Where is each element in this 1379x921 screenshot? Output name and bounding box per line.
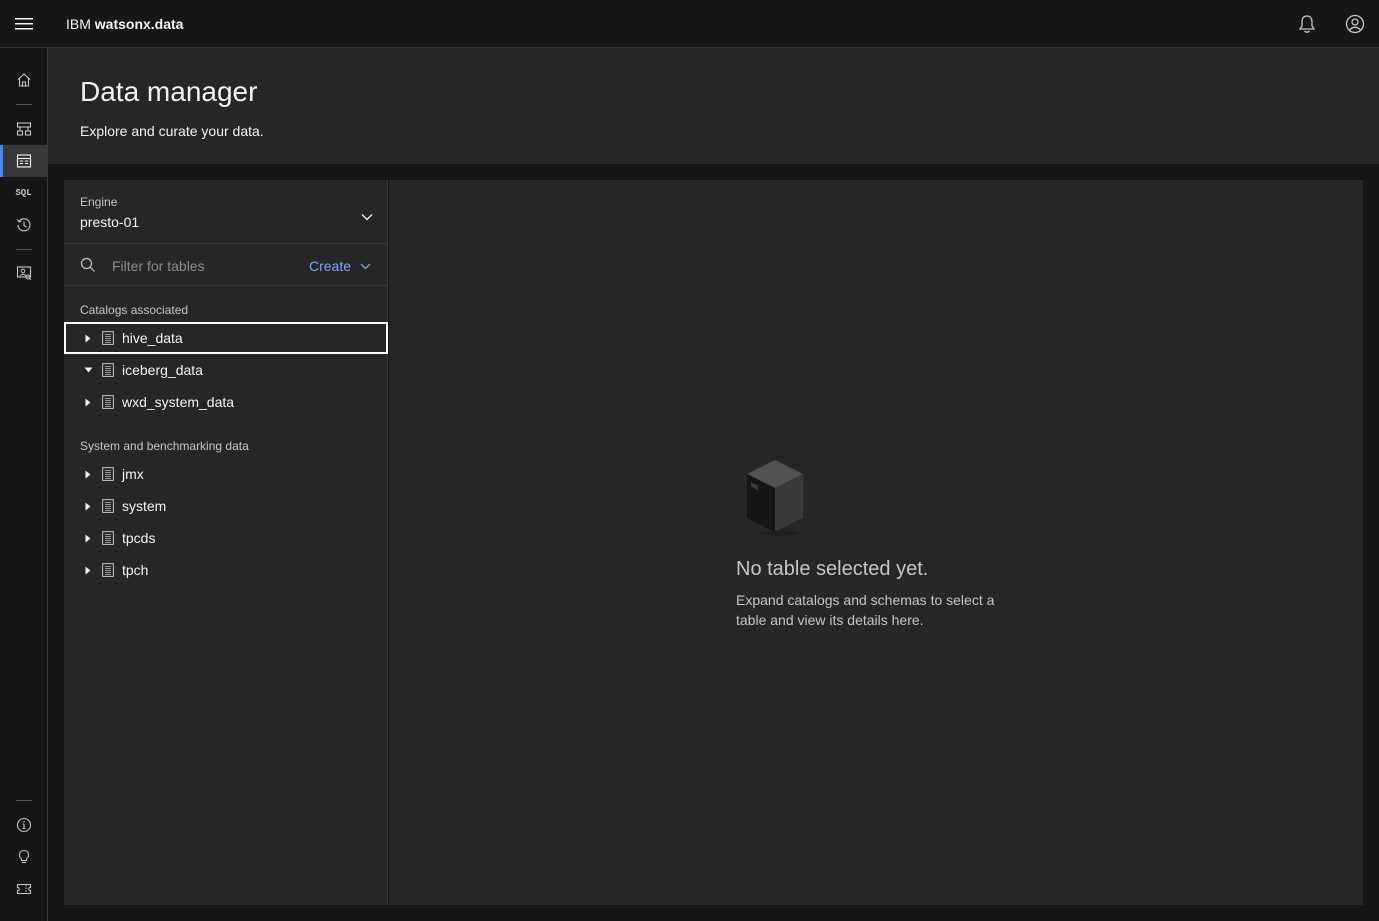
catalog-label: system bbox=[122, 498, 167, 514]
caret-right-icon[interactable] bbox=[83, 333, 93, 343]
rail-sql[interactable]: SQL bbox=[0, 177, 47, 209]
rail-divider bbox=[16, 800, 32, 801]
table-details-panel: No table selected yet. Expand catalogs a… bbox=[389, 180, 1363, 905]
catalog-icon bbox=[102, 467, 114, 481]
rail-support[interactable] bbox=[0, 873, 47, 905]
caret-down-icon[interactable] bbox=[83, 365, 93, 375]
brand-product: watsonx.data bbox=[94, 15, 184, 32]
bell-icon bbox=[1298, 15, 1316, 33]
user-profile-button[interactable] bbox=[1331, 0, 1379, 48]
rail-info[interactable] bbox=[0, 809, 47, 841]
catalog-icon bbox=[102, 331, 114, 345]
system-item-jmx[interactable]: jmx bbox=[64, 458, 388, 490]
product-name[interactable]: IBM watsonx.data bbox=[66, 16, 183, 32]
filter-tables-input[interactable] bbox=[104, 253, 294, 279]
catalog-icon bbox=[102, 499, 114, 513]
hamburger-menu-button[interactable] bbox=[0, 0, 48, 48]
catalog-icon bbox=[102, 395, 114, 409]
rail-access-control[interactable] bbox=[0, 257, 47, 289]
system-item-system[interactable]: system bbox=[64, 490, 388, 522]
lightbulb-icon bbox=[18, 849, 29, 864]
rail-divider bbox=[16, 104, 32, 105]
empty-box-icon bbox=[747, 460, 803, 536]
notifications-button[interactable] bbox=[1283, 0, 1331, 48]
caret-right-icon[interactable] bbox=[83, 565, 93, 575]
system-section-label: System and benchmarking data bbox=[80, 439, 249, 453]
rail-home[interactable] bbox=[0, 64, 47, 96]
catalog-label: tpcds bbox=[122, 530, 156, 546]
catalog-label: tpch bbox=[122, 562, 149, 578]
system-item-tpcds[interactable]: tpcds bbox=[64, 522, 388, 554]
chevron-down-icon bbox=[360, 263, 371, 269]
menu-icon bbox=[15, 17, 33, 29]
sql-icon: SQL bbox=[15, 188, 32, 198]
data-manager-icon bbox=[16, 154, 31, 168]
chevron-down-icon bbox=[361, 214, 373, 221]
table-filter-bar: Create bbox=[64, 245, 387, 286]
rail-learning[interactable] bbox=[0, 841, 47, 873]
catalog-item-iceberg-data[interactable]: iceberg_data bbox=[64, 354, 388, 386]
top-header: IBM watsonx.data bbox=[0, 0, 1379, 48]
side-nav-rail: SQL bbox=[0, 48, 48, 921]
catalog-icon bbox=[102, 563, 114, 577]
catalog-label: iceberg_data bbox=[122, 362, 203, 378]
ticket-icon bbox=[16, 883, 31, 895]
page-header: Data manager Explore and curate your dat… bbox=[48, 48, 1379, 164]
home-icon bbox=[17, 73, 30, 87]
rail-divider bbox=[16, 249, 32, 250]
access-control-icon bbox=[16, 266, 31, 281]
create-button-label: Create bbox=[309, 258, 352, 274]
empty-state-description: Expand catalogs and schemas to select a … bbox=[736, 592, 995, 628]
query-history-icon bbox=[16, 218, 31, 232]
info-icon bbox=[16, 817, 31, 833]
catalog-navigation-panel: Engine presto-01 Create Catalogs associa… bbox=[64, 180, 388, 905]
catalog-label: hive_data bbox=[122, 330, 183, 346]
engine-dropdown[interactable]: Engine presto-01 bbox=[64, 180, 387, 244]
rail-infrastructure[interactable] bbox=[0, 113, 47, 145]
caret-right-icon[interactable] bbox=[83, 533, 93, 543]
infrastructure-icon bbox=[16, 122, 31, 136]
engine-selected-value: presto-01 bbox=[80, 214, 140, 230]
engine-label: Engine bbox=[80, 195, 118, 209]
caret-right-icon[interactable] bbox=[83, 397, 93, 407]
page-title: Data manager bbox=[80, 76, 258, 107]
create-button[interactable]: Create bbox=[309, 255, 371, 277]
search-icon bbox=[80, 257, 95, 272]
catalogs-section-label: Catalogs associated bbox=[80, 303, 189, 317]
page-subtitle: Explore and curate your data. bbox=[80, 123, 264, 139]
caret-right-icon[interactable] bbox=[83, 469, 93, 479]
catalog-icon bbox=[102, 531, 114, 545]
user-avatar-icon bbox=[1345, 14, 1365, 34]
catalog-item-wxd-system-data[interactable]: wxd_system_data bbox=[64, 386, 388, 418]
rail-query-history[interactable] bbox=[0, 209, 47, 241]
empty-state-title: No table selected yet. bbox=[736, 558, 929, 580]
rail-data-manager[interactable] bbox=[0, 145, 47, 177]
catalog-icon bbox=[102, 363, 114, 377]
catalog-item-hive-data[interactable]: hive_data bbox=[64, 322, 388, 354]
catalog-label: jmx bbox=[122, 466, 144, 482]
caret-right-icon[interactable] bbox=[83, 501, 93, 511]
system-item-tpch[interactable]: tpch bbox=[64, 554, 388, 586]
catalog-label: wxd_system_data bbox=[122, 394, 235, 410]
main-content: Data manager Explore and curate your dat… bbox=[48, 48, 1379, 921]
brand-prefix: IBM bbox=[66, 15, 91, 32]
